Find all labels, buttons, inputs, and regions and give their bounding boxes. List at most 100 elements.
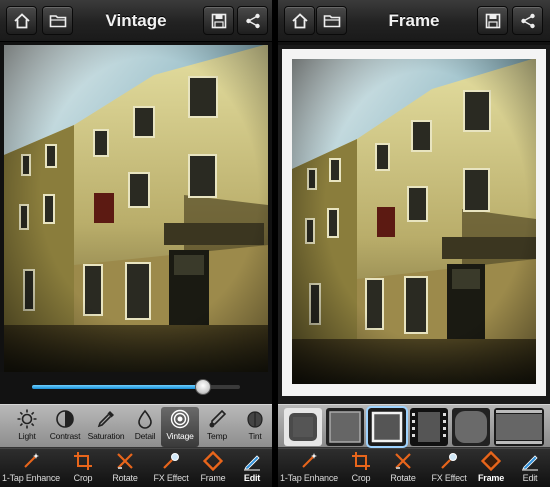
page-title: Frame: [388, 11, 440, 30]
home-icon: [291, 12, 308, 28]
tool-frame-label: Frame: [200, 473, 226, 483]
magic-wand-icon: [24, 453, 39, 468]
tool-saturation[interactable]: Saturation: [85, 407, 127, 447]
folder-icon: [49, 14, 66, 27]
tool-crop[interactable]: Crop: [66, 451, 100, 487]
tool-fx-effect[interactable]: FX Effect: [426, 451, 472, 487]
home-icon: [13, 12, 30, 28]
tint-icon: [247, 411, 263, 428]
frame-thumb-2[interactable]: [326, 408, 364, 446]
frame-thumb-3[interactable]: [366, 406, 408, 448]
tool-light-label: Light: [18, 431, 36, 441]
tool-rotate-label: Rotate: [390, 473, 416, 483]
tool-light[interactable]: Light: [8, 407, 46, 447]
frame-vignette-image: [452, 408, 490, 446]
tool-rotate-label: Rotate: [112, 473, 138, 483]
rotate-icon: [395, 453, 411, 469]
top-bar: Vintage: [0, 0, 272, 42]
share-icon: [520, 13, 535, 28]
frame-thumbnails-bar: [278, 404, 550, 448]
home-button[interactable]: [6, 6, 37, 35]
folder-icon: [323, 14, 340, 27]
tool-edit-label: Edit: [522, 473, 538, 483]
tool-1-tap-enhance[interactable]: 1-Tap Enhance: [280, 451, 338, 487]
fx-effect-icon: [441, 453, 457, 469]
contrast-icon: [56, 410, 74, 428]
tool-1-tap-enhance-label: 1-Tap Enhance: [2, 473, 60, 483]
tool-fx-effect-label: FX Effect: [431, 473, 467, 483]
tool-temp[interactable]: Temp: [198, 407, 236, 447]
frame-white-border-image: [368, 408, 406, 446]
crop-icon: [74, 452, 92, 470]
tool-detail[interactable]: Detail: [126, 407, 164, 447]
tool-saturation-label: Saturation: [87, 431, 125, 441]
tool-frame[interactable]: Frame: [474, 451, 508, 487]
share-button[interactable]: [512, 6, 543, 35]
framed-photo[interactable]: [278, 45, 550, 404]
tool-rotate[interactable]: Rotate: [386, 451, 420, 487]
tool-vintage-label: Vintage: [166, 431, 194, 441]
frame-icon: [203, 451, 223, 471]
tool-rotate[interactable]: Rotate: [108, 451, 142, 487]
tool-tint-label: Tint: [248, 431, 262, 441]
slider-thumb[interactable]: [194, 379, 211, 395]
frame-thin-grey-image: [326, 408, 364, 446]
tool-frame-label: Frame: [477, 473, 504, 483]
fx-effect-icon: [163, 453, 179, 469]
edit-icon: [244, 455, 260, 471]
vintage-screen: Vintage Light Contrast Saturation Detail…: [0, 0, 272, 487]
tool-crop-label: Crop: [73, 473, 93, 483]
frame-icon: [481, 451, 501, 471]
tool-1-tap-enhance[interactable]: 1-Tap Enhance: [2, 451, 60, 487]
tool-fx-effect-label: FX Effect: [153, 473, 189, 483]
open-folder-button[interactable]: [316, 6, 347, 35]
home-button[interactable]: [284, 6, 315, 35]
tool-contrast-label: Contrast: [49, 431, 81, 441]
tool-temp-label: Temp: [207, 431, 227, 441]
crop-icon: [352, 452, 370, 470]
frame-rounded-white-image: [284, 408, 322, 446]
drop-icon: [138, 409, 152, 429]
frame-screen: Frame 1-Tap Enhance Crop Rotate FX Effec…: [278, 0, 550, 487]
sun-icon: [17, 409, 37, 429]
open-folder-button[interactable]: [42, 6, 73, 35]
save-icon: [485, 13, 500, 28]
thermometer-icon: [209, 409, 227, 428]
tool-edit[interactable]: Edit: [236, 451, 268, 487]
frame-thumb-4[interactable]: [410, 408, 448, 446]
tool-edit-label: Edit: [243, 473, 261, 483]
edited-photo[interactable]: [4, 45, 268, 372]
vintage-icon: [170, 409, 190, 429]
tool-crop-label: Crop: [351, 473, 371, 483]
share-button[interactable]: [237, 6, 268, 35]
tool-vintage[interactable]: Vintage: [161, 407, 199, 447]
top-bar: Frame: [278, 0, 550, 42]
tool-contrast[interactable]: Contrast: [46, 407, 84, 447]
save-button[interactable]: [477, 6, 508, 35]
tool-frame[interactable]: Frame: [196, 451, 230, 487]
tool-tint[interactable]: Tint: [236, 407, 272, 447]
tool-fx-effect[interactable]: FX Effect: [148, 451, 194, 487]
save-icon: [211, 13, 226, 28]
save-button[interactable]: [203, 6, 234, 35]
frame-film-strip-image: [410, 408, 448, 446]
intensity-slider[interactable]: [0, 372, 272, 404]
tool-1-tap-enhance-label: 1-Tap Enhance: [280, 473, 338, 483]
frame-bars-image: [494, 408, 544, 446]
building-photo-image: [4, 45, 268, 372]
tool-edit[interactable]: Edit: [514, 451, 546, 487]
dropper-icon: [97, 411, 114, 428]
framed-building-photo-image: [278, 45, 550, 404]
frame-thumb-6[interactable]: [494, 408, 544, 446]
magic-wand-icon: [302, 453, 317, 468]
tool-crop[interactable]: Crop: [344, 451, 378, 487]
tool-detail-label: Detail: [134, 431, 156, 441]
page-title: Vintage: [105, 11, 167, 30]
frame-thumb-5[interactable]: [452, 408, 490, 446]
slider-track[interactable]: [32, 379, 240, 395]
rotate-icon: [117, 453, 133, 469]
edit-icon: [522, 455, 538, 471]
adjust-tools-bar: Light Contrast Saturation Detail Vintage…: [0, 404, 272, 448]
frame-thumb-1[interactable]: [284, 408, 322, 446]
bottom-toolbar: 1-Tap Enhance Crop Rotate FX Effect Fram…: [0, 448, 272, 487]
